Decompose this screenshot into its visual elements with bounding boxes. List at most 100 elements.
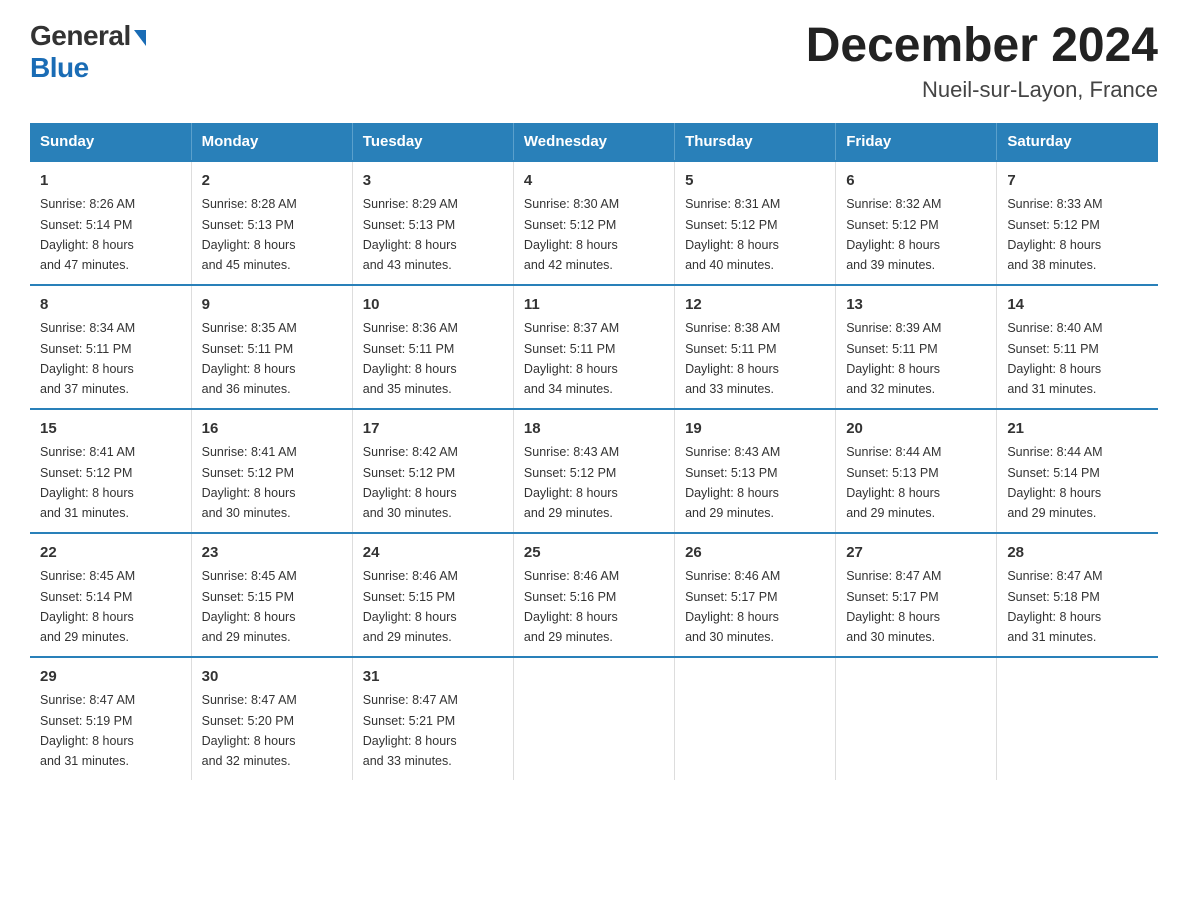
- calendar-week-row: 15 Sunrise: 8:41 AMSunset: 5:12 PMDaylig…: [30, 409, 1158, 533]
- day-info: Sunrise: 8:41 AMSunset: 5:12 PMDaylight:…: [40, 445, 135, 520]
- day-info: Sunrise: 8:46 AMSunset: 5:17 PMDaylight:…: [685, 569, 780, 644]
- calendar-week-row: 1 Sunrise: 8:26 AMSunset: 5:14 PMDayligh…: [30, 161, 1158, 285]
- table-row: 26 Sunrise: 8:46 AMSunset: 5:17 PMDaylig…: [675, 533, 836, 657]
- day-number: 28: [1007, 542, 1148, 565]
- day-info: Sunrise: 8:47 AMSunset: 5:18 PMDaylight:…: [1007, 569, 1102, 644]
- table-row: 2 Sunrise: 8:28 AMSunset: 5:13 PMDayligh…: [191, 161, 352, 285]
- table-row: 16 Sunrise: 8:41 AMSunset: 5:12 PMDaylig…: [191, 409, 352, 533]
- day-info: Sunrise: 8:36 AMSunset: 5:11 PMDaylight:…: [363, 321, 458, 396]
- logo-general: General: [30, 20, 146, 52]
- day-number: 29: [40, 666, 181, 689]
- day-number: 4: [524, 170, 664, 193]
- location: Nueil-sur-Layon, France: [806, 77, 1158, 103]
- day-info: Sunrise: 8:45 AMSunset: 5:14 PMDaylight:…: [40, 569, 135, 644]
- day-info: Sunrise: 8:38 AMSunset: 5:11 PMDaylight:…: [685, 321, 780, 396]
- table-row: 11 Sunrise: 8:37 AMSunset: 5:11 PMDaylig…: [513, 285, 674, 409]
- day-number: 16: [202, 418, 342, 441]
- day-info: Sunrise: 8:45 AMSunset: 5:15 PMDaylight:…: [202, 569, 297, 644]
- day-info: Sunrise: 8:29 AMSunset: 5:13 PMDaylight:…: [363, 197, 458, 272]
- table-row: 29 Sunrise: 8:47 AMSunset: 5:19 PMDaylig…: [30, 657, 191, 780]
- day-number: 26: [685, 542, 825, 565]
- day-number: 17: [363, 418, 503, 441]
- calendar-week-row: 29 Sunrise: 8:47 AMSunset: 5:19 PMDaylig…: [30, 657, 1158, 780]
- table-row: 21 Sunrise: 8:44 AMSunset: 5:14 PMDaylig…: [997, 409, 1158, 533]
- table-row: 5 Sunrise: 8:31 AMSunset: 5:12 PMDayligh…: [675, 161, 836, 285]
- col-wednesday: Wednesday: [513, 123, 674, 161]
- day-number: 6: [846, 170, 986, 193]
- table-row: 14 Sunrise: 8:40 AMSunset: 5:11 PMDaylig…: [997, 285, 1158, 409]
- table-row: [513, 657, 674, 780]
- day-info: Sunrise: 8:42 AMSunset: 5:12 PMDaylight:…: [363, 445, 458, 520]
- day-info: Sunrise: 8:47 AMSunset: 5:17 PMDaylight:…: [846, 569, 941, 644]
- day-number: 3: [363, 170, 503, 193]
- table-row: 25 Sunrise: 8:46 AMSunset: 5:16 PMDaylig…: [513, 533, 674, 657]
- day-info: Sunrise: 8:28 AMSunset: 5:13 PMDaylight:…: [202, 197, 297, 272]
- day-info: Sunrise: 8:46 AMSunset: 5:15 PMDaylight:…: [363, 569, 458, 644]
- day-info: Sunrise: 8:39 AMSunset: 5:11 PMDaylight:…: [846, 321, 941, 396]
- day-number: 24: [363, 542, 503, 565]
- table-row: 3 Sunrise: 8:29 AMSunset: 5:13 PMDayligh…: [352, 161, 513, 285]
- day-info: Sunrise: 8:47 AMSunset: 5:21 PMDaylight:…: [363, 693, 458, 768]
- day-info: Sunrise: 8:46 AMSunset: 5:16 PMDaylight:…: [524, 569, 619, 644]
- day-number: 25: [524, 542, 664, 565]
- day-number: 11: [524, 294, 664, 317]
- col-thursday: Thursday: [675, 123, 836, 161]
- page-header: General Blue December 2024 Nueil-sur-Lay…: [30, 20, 1158, 103]
- table-row: 28 Sunrise: 8:47 AMSunset: 5:18 PMDaylig…: [997, 533, 1158, 657]
- calendar-table: Sunday Monday Tuesday Wednesday Thursday…: [30, 123, 1158, 780]
- table-row: 7 Sunrise: 8:33 AMSunset: 5:12 PMDayligh…: [997, 161, 1158, 285]
- day-info: Sunrise: 8:32 AMSunset: 5:12 PMDaylight:…: [846, 197, 941, 272]
- day-number: 12: [685, 294, 825, 317]
- day-number: 5: [685, 170, 825, 193]
- table-row: 31 Sunrise: 8:47 AMSunset: 5:21 PMDaylig…: [352, 657, 513, 780]
- table-row: 23 Sunrise: 8:45 AMSunset: 5:15 PMDaylig…: [191, 533, 352, 657]
- table-row: [836, 657, 997, 780]
- day-info: Sunrise: 8:43 AMSunset: 5:12 PMDaylight:…: [524, 445, 619, 520]
- table-row: 30 Sunrise: 8:47 AMSunset: 5:20 PMDaylig…: [191, 657, 352, 780]
- day-info: Sunrise: 8:26 AMSunset: 5:14 PMDaylight:…: [40, 197, 135, 272]
- month-title: December 2024: [806, 20, 1158, 73]
- table-row: 4 Sunrise: 8:30 AMSunset: 5:12 PMDayligh…: [513, 161, 674, 285]
- day-number: 21: [1007, 418, 1148, 441]
- day-number: 1: [40, 170, 181, 193]
- day-info: Sunrise: 8:40 AMSunset: 5:11 PMDaylight:…: [1007, 321, 1102, 396]
- day-info: Sunrise: 8:47 AMSunset: 5:20 PMDaylight:…: [202, 693, 297, 768]
- calendar-week-row: 22 Sunrise: 8:45 AMSunset: 5:14 PMDaylig…: [30, 533, 1158, 657]
- day-info: Sunrise: 8:44 AMSunset: 5:14 PMDaylight:…: [1007, 445, 1102, 520]
- table-row: 8 Sunrise: 8:34 AMSunset: 5:11 PMDayligh…: [30, 285, 191, 409]
- day-info: Sunrise: 8:37 AMSunset: 5:11 PMDaylight:…: [524, 321, 619, 396]
- day-number: 27: [846, 542, 986, 565]
- day-number: 9: [202, 294, 342, 317]
- col-sunday: Sunday: [30, 123, 191, 161]
- table-row: 9 Sunrise: 8:35 AMSunset: 5:11 PMDayligh…: [191, 285, 352, 409]
- table-row: 18 Sunrise: 8:43 AMSunset: 5:12 PMDaylig…: [513, 409, 674, 533]
- table-row: 10 Sunrise: 8:36 AMSunset: 5:11 PMDaylig…: [352, 285, 513, 409]
- day-info: Sunrise: 8:43 AMSunset: 5:13 PMDaylight:…: [685, 445, 780, 520]
- day-number: 31: [363, 666, 503, 689]
- table-row: 13 Sunrise: 8:39 AMSunset: 5:11 PMDaylig…: [836, 285, 997, 409]
- day-number: 23: [202, 542, 342, 565]
- day-number: 14: [1007, 294, 1148, 317]
- day-number: 30: [202, 666, 342, 689]
- day-info: Sunrise: 8:44 AMSunset: 5:13 PMDaylight:…: [846, 445, 941, 520]
- table-row: 24 Sunrise: 8:46 AMSunset: 5:15 PMDaylig…: [352, 533, 513, 657]
- col-monday: Monday: [191, 123, 352, 161]
- calendar-week-row: 8 Sunrise: 8:34 AMSunset: 5:11 PMDayligh…: [30, 285, 1158, 409]
- day-info: Sunrise: 8:30 AMSunset: 5:12 PMDaylight:…: [524, 197, 619, 272]
- table-row: 20 Sunrise: 8:44 AMSunset: 5:13 PMDaylig…: [836, 409, 997, 533]
- col-friday: Friday: [836, 123, 997, 161]
- day-info: Sunrise: 8:35 AMSunset: 5:11 PMDaylight:…: [202, 321, 297, 396]
- day-number: 7: [1007, 170, 1148, 193]
- day-number: 19: [685, 418, 825, 441]
- day-number: 13: [846, 294, 986, 317]
- day-info: Sunrise: 8:33 AMSunset: 5:12 PMDaylight:…: [1007, 197, 1102, 272]
- day-number: 22: [40, 542, 181, 565]
- logo-blue: Blue: [30, 52, 89, 84]
- title-section: December 2024 Nueil-sur-Layon, France: [806, 20, 1158, 103]
- table-row: 12 Sunrise: 8:38 AMSunset: 5:11 PMDaylig…: [675, 285, 836, 409]
- day-number: 18: [524, 418, 664, 441]
- day-number: 2: [202, 170, 342, 193]
- day-number: 8: [40, 294, 181, 317]
- col-tuesday: Tuesday: [352, 123, 513, 161]
- col-saturday: Saturday: [997, 123, 1158, 161]
